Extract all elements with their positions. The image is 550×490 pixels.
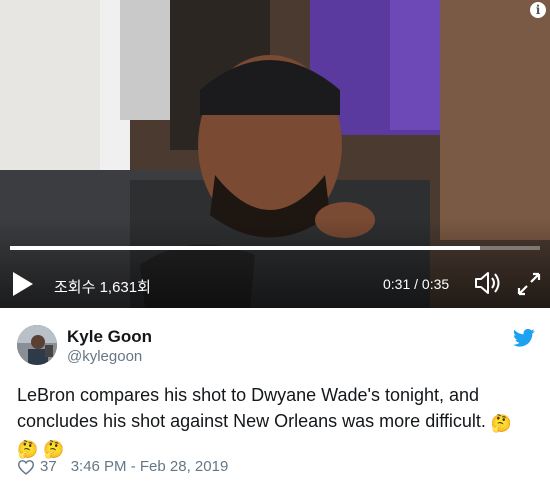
thinking-emoji: 🤔 — [17, 440, 39, 460]
twitter-bird-icon[interactable] — [513, 328, 535, 348]
progress-fill — [10, 246, 480, 250]
time-display: 0:31 / 0:35 — [383, 276, 450, 292]
tweet-body: LeBron compares his shot to Dwyane Wade'… — [17, 385, 486, 431]
author-name[interactable]: Kyle Goon — [67, 327, 152, 347]
volume-icon[interactable] — [472, 268, 502, 298]
avatar[interactable] — [17, 325, 57, 365]
like-count[interactable]: 37 — [40, 458, 57, 475]
fullscreen-icon[interactable] — [515, 270, 543, 298]
view-count: 조회수 1,631회 — [54, 279, 151, 296]
thinking-emoji: 🤔 — [43, 440, 65, 460]
tweet-card[interactable]: Kyle Goon @kylegoon LeBron compares his … — [0, 308, 550, 490]
tweet-text: LeBron compares his shot to Dwyane Wade'… — [17, 382, 532, 460]
progress-bar[interactable] — [10, 246, 540, 250]
info-icon[interactable]: i — [530, 2, 546, 18]
tweet-footer: 37 3:46 PM - Feb 28, 2019 — [17, 458, 228, 475]
video-player[interactable]: i 조회수 1,631회 0:31 / 0:35 — [0, 0, 550, 308]
thinking-emoji: 🤔 — [490, 414, 513, 434]
tweet-timestamp[interactable]: 3:46 PM - Feb 28, 2019 — [71, 458, 229, 475]
play-icon[interactable] — [10, 270, 36, 298]
heart-icon[interactable] — [17, 459, 35, 475]
author-handle[interactable]: @kylegoon — [67, 348, 142, 365]
